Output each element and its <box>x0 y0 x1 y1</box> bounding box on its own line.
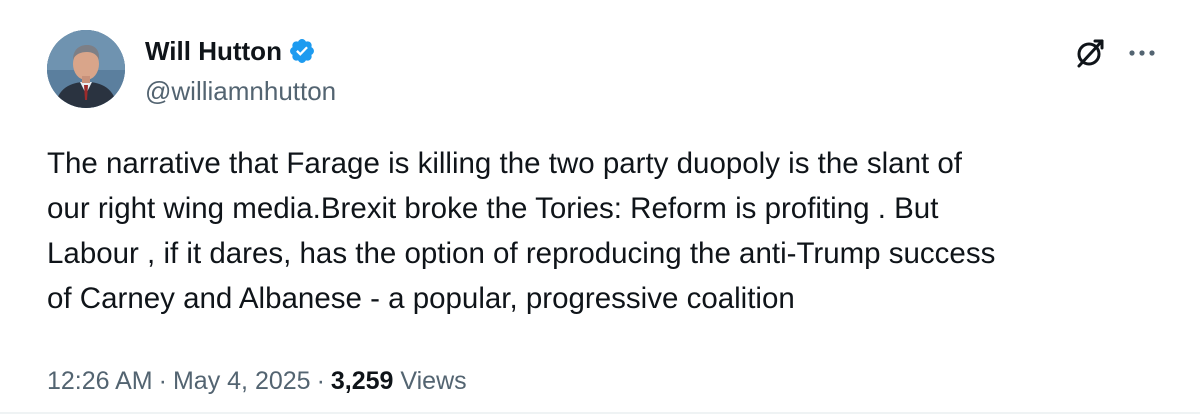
avatar[interactable] <box>47 30 125 108</box>
tweet-text-line: our right wing media.Brexit broke the To… <box>47 192 939 225</box>
tweet-text-line: of Carney and Albanese - a popular, prog… <box>47 282 795 315</box>
grok-icon[interactable] <box>1070 33 1110 73</box>
tweet-text-line: The narrative that Farage is killing the… <box>47 147 962 180</box>
separator-dot: · <box>158 367 167 395</box>
views-label: Views <box>400 367 467 395</box>
tweet-text: The narrative that Farage is killing the… <box>47 141 1167 321</box>
tweet-time[interactable]: 12:26 AM <box>47 367 153 395</box>
separator-dot: · <box>316 367 325 395</box>
author-display-name[interactable]: Will Hutton <box>145 33 282 69</box>
author-name-row: Will Hutton <box>145 33 316 69</box>
verified-badge-icon[interactable] <box>288 37 316 65</box>
more-options-icon[interactable] <box>1122 33 1162 73</box>
tweet-metadata: 12:26 AM · May 4, 2025 · 3,259 Views <box>47 364 467 398</box>
author-handle[interactable]: @williamnhutton <box>145 74 336 108</box>
tweet-card: Will Hutton @williamnhutton The narrativ… <box>0 0 1200 414</box>
tweet-date[interactable]: May 4, 2025 <box>173 367 311 395</box>
tweet-text-line: Labour , if it dares, has the option of … <box>47 237 996 270</box>
views-count: 3,259 <box>330 367 394 395</box>
profile-photo-icon <box>47 30 125 108</box>
